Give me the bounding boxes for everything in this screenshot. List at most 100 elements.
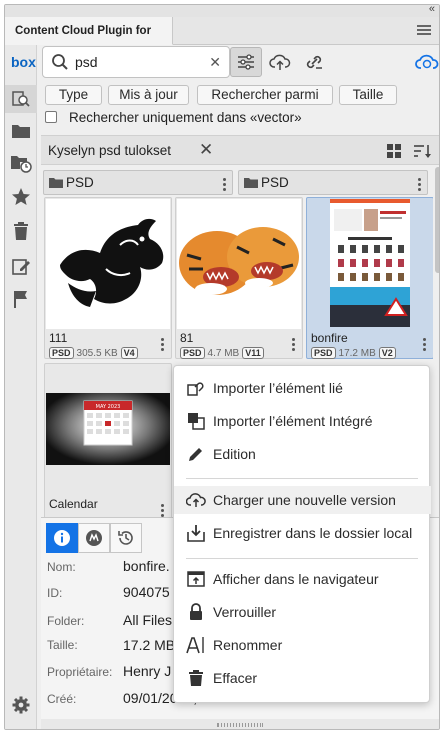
- menu-item-place-linked[interactable]: Importer l’élément lié: [174, 374, 431, 402]
- search-field[interactable]: ✕: [42, 46, 230, 78]
- menu-item-rename[interactable]: Renommer: [174, 631, 431, 659]
- detail-value: Henry J: [123, 663, 172, 679]
- detail-label: ID:: [47, 586, 63, 600]
- folder-more-icon[interactable]: [418, 176, 421, 193]
- menu-separator: [186, 558, 418, 559]
- cloud-upload-icon: [174, 492, 213, 508]
- results-scrollbar[interactable]: [435, 167, 439, 513]
- detail-value: 904075: [123, 584, 170, 600]
- folder-more-icon[interactable]: [223, 176, 226, 193]
- file-size: 305.5 KB: [76, 347, 118, 359]
- file-more-icon[interactable]: [292, 336, 295, 353]
- lock-icon: [174, 603, 213, 621]
- file-more-icon[interactable]: [161, 502, 164, 517]
- search-input[interactable]: [75, 54, 205, 70]
- filters-toggle-button[interactable]: [230, 47, 262, 77]
- context-menu: Importer l’élément lié Importer l’élémen…: [173, 365, 431, 703]
- detail-value: 17.2 MB: [123, 637, 176, 653]
- menu-item-save-local[interactable]: Enregistrer dans le dossier local: [174, 519, 431, 547]
- menu-item-edit[interactable]: Edition: [174, 440, 431, 468]
- calendar-month-label: MAY 2023: [96, 404, 121, 410]
- menu-item-lock[interactable]: Verrouiller: [174, 598, 431, 626]
- upload-button[interactable]: [264, 47, 296, 77]
- panel-titlebar: Content Cloud Plugin for Box: [5, 17, 439, 65]
- filter-size-button[interactable]: Taille: [339, 85, 397, 105]
- link-button[interactable]: [298, 47, 330, 77]
- panel-title[interactable]: Content Cloud Plugin for Box: [5, 17, 173, 65]
- sliders-icon: [238, 54, 254, 70]
- star-icon[interactable]: [5, 183, 37, 211]
- file-card[interactable]: 81 PSD 4.7 MB V11: [175, 197, 303, 359]
- folder-item[interactable]: PSD: [238, 170, 428, 195]
- tiger-thumbnail: [177, 199, 301, 329]
- file-card-selected[interactable]: bonfire PSD 17.2 MB V2: [306, 197, 433, 359]
- pencil-icon: [174, 445, 213, 463]
- settings-gear-icon[interactable]: [5, 691, 37, 719]
- filter-search-in-button[interactable]: Rechercher parmi: [197, 85, 333, 105]
- folder-item[interactable]: PSD: [43, 170, 233, 195]
- file-type-badge: PSD: [49, 347, 74, 359]
- edit-note-icon[interactable]: [5, 253, 37, 281]
- flag-icon[interactable]: [5, 285, 37, 313]
- file-meta: PSD 4.7 MB V11: [180, 347, 264, 359]
- collapse-panel-icon[interactable]: «: [429, 5, 435, 15]
- file-size: 17.2 MB: [338, 347, 376, 359]
- cloud-upload-icon: [269, 54, 291, 70]
- panel-top-strip: «: [5, 5, 439, 17]
- menu-item-place-embedded[interactable]: Importer l’élément Intégré: [174, 407, 431, 435]
- recent-folder-icon[interactable]: [5, 149, 37, 177]
- box-logo: box: [11, 54, 36, 70]
- filter-type-button[interactable]: Type: [45, 85, 102, 105]
- clear-search-icon[interactable]: ✕: [209, 54, 221, 71]
- history-icon: [118, 531, 133, 545]
- file-type-badge: PSD: [311, 347, 336, 359]
- dragon-thumbnail: [46, 199, 170, 329]
- file-name: 111: [49, 331, 68, 345]
- folder-icon[interactable]: [5, 117, 37, 145]
- file-card[interactable]: MAY 2023 Calendar: [44, 363, 172, 517]
- version-badge: V2: [378, 347, 396, 359]
- version-badge: V11: [242, 347, 264, 359]
- hamburger-menu-icon[interactable]: [417, 23, 431, 37]
- search-icon: [51, 53, 69, 76]
- close-results-icon[interactable]: ✕: [199, 140, 213, 160]
- trash-icon: [174, 669, 213, 687]
- search-files-icon[interactable]: [5, 85, 37, 113]
- menu-item-delete[interactable]: Effacer: [174, 664, 431, 692]
- history-tab[interactable]: [110, 523, 142, 553]
- detail-value: bonfire.: [123, 558, 170, 574]
- file-meta: PSD 305.5 KB V4: [49, 347, 138, 359]
- detail-label: Propriétaire:: [47, 665, 113, 679]
- browser-icon: [174, 570, 213, 588]
- menu-separator: [186, 478, 418, 479]
- info-tab[interactable]: [46, 523, 78, 553]
- resize-grip[interactable]: [41, 719, 439, 729]
- menu-item-upload-new-version[interactable]: Charger une nouvelle version: [174, 486, 431, 514]
- grid-view-icon[interactable]: [387, 144, 401, 158]
- file-name: bonfire: [311, 331, 348, 345]
- linked-place-icon: [174, 379, 213, 397]
- rename-icon: [174, 636, 213, 654]
- file-meta: PSD 17.2 MB V2: [311, 347, 396, 359]
- search-in-folder-checkbox[interactable]: [45, 111, 57, 123]
- trash-icon[interactable]: [5, 217, 37, 245]
- results-header: Kyselyn psd tulokset ✕: [41, 135, 439, 165]
- cloud-sync-button[interactable]: [411, 47, 439, 77]
- sort-icon[interactable]: [413, 144, 431, 159]
- search-in-folder-option[interactable]: Rechercher uniquement dans «vector»: [45, 108, 302, 126]
- filter-updated-button[interactable]: Mis à jour: [108, 85, 189, 105]
- embedded-place-icon: [174, 412, 213, 430]
- file-more-icon[interactable]: [161, 336, 164, 353]
- cloud-sync-icon: [415, 54, 439, 69]
- webpage-thumbnail: [308, 199, 432, 329]
- detail-value: All Files: [123, 612, 173, 628]
- menu-item-open-browser[interactable]: Afficher dans le navigateur: [174, 565, 431, 593]
- file-type-badge: PSD: [180, 347, 205, 359]
- version-badge: V4: [120, 347, 138, 359]
- box-app-tab[interactable]: [78, 523, 110, 553]
- folder-icon: [244, 178, 258, 188]
- file-more-icon[interactable]: [423, 336, 426, 353]
- detail-label: Folder:: [47, 614, 85, 628]
- file-card[interactable]: 111 PSD 305.5 KB V4: [44, 197, 172, 359]
- folder-icon: [49, 178, 63, 188]
